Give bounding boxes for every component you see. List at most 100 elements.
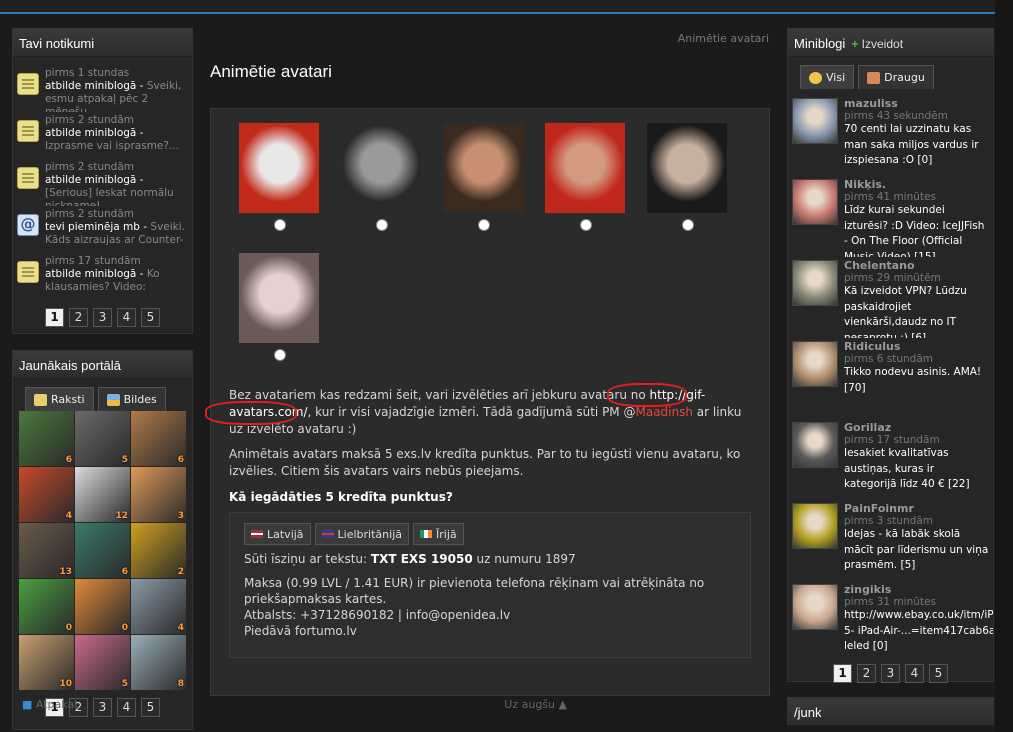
avatar[interactable] (792, 503, 838, 549)
miniblog-text[interactable]: Idejas - kā labāk skolā mācīt par līderi… (844, 527, 989, 574)
back-link[interactable]: ■ Atpakaļ (22, 698, 77, 711)
avatar-image[interactable] (239, 123, 319, 213)
page-5-button[interactable]: 5 (929, 664, 948, 683)
avatar-option[interactable] (545, 123, 647, 253)
portal-thumbnail[interactable]: 5 (75, 411, 130, 466)
portal-thumbnail[interactable]: 6 (131, 411, 186, 466)
avatar[interactable] (792, 341, 838, 387)
event-item[interactable]: @ pirms 2 stundām tevi pieminēja mb - Svei… (13, 206, 192, 253)
tab-all[interactable]: Visi (800, 65, 855, 89)
miniblog-author[interactable]: Chelentano (844, 260, 989, 272)
avatar-radio[interactable] (376, 219, 388, 231)
event-item[interactable]: pirms 17 stundām atbilde miniblogā - Ko k… (13, 253, 192, 300)
avatar-radio[interactable] (478, 219, 490, 231)
event-action[interactable]: atbilde miniblogā (45, 174, 136, 186)
tab-pictures[interactable]: Bildes (97, 387, 166, 411)
miniblog-author[interactable]: zingikis (844, 584, 993, 596)
info-text: Bez avatariem kas redzami šeit, vari izv… (205, 383, 769, 480)
event-item[interactable]: pirms 2 stundām atbilde miniblogā - [Seri… (13, 159, 192, 206)
avatar-image[interactable] (545, 123, 625, 213)
avatar[interactable] (792, 584, 838, 630)
portal-thumbnail[interactable]: 0 (75, 579, 130, 634)
portal-thumbnail[interactable]: 3 (131, 467, 186, 522)
portal-thumbnail[interactable]: 4 (19, 467, 74, 522)
miniblog-text[interactable]: 70 centi lai uzzinatu kas man saka miljo… (844, 122, 989, 169)
portal-thumbnail[interactable]: 4 (131, 579, 186, 634)
miniblog-time: pirms 17 stundām (844, 434, 940, 446)
avatar-radio[interactable] (682, 219, 694, 231)
page-3-button[interactable]: 3 (93, 308, 112, 327)
tab-ireland[interactable]: Īrijā (413, 523, 464, 545)
tab-articles[interactable]: Raksti (25, 387, 94, 411)
avatar[interactable] (792, 422, 838, 468)
portal-thumbnail[interactable]: 10 (19, 635, 74, 690)
miniblog-item[interactable]: Ridiculus pirms 6 stundām Tikko nodevu asi… (788, 338, 993, 419)
miniblog-text[interactable]: http://www.ebay.co.uk/itm/iPhone-5- iPad… (844, 608, 993, 655)
miniblog-author[interactable]: Nikķis. (844, 179, 989, 191)
page-4-button[interactable]: 4 (905, 664, 924, 683)
miniblog-author[interactable]: Ridiculus (844, 341, 989, 353)
avatar-image[interactable] (341, 123, 421, 213)
create-miniblog-link[interactable]: + Izveidot (851, 37, 903, 51)
avatar-option[interactable] (239, 253, 341, 383)
event-time: pirms 17 stundām (45, 255, 141, 267)
event-action[interactable]: atbilde miniblogā (45, 268, 136, 280)
event-action[interactable]: atbilde miniblogā (45, 80, 136, 92)
miniblog-author[interactable]: mazuliss (844, 98, 989, 110)
avatar-option[interactable] (647, 123, 749, 253)
tab-friends[interactable]: Draugu (858, 65, 934, 89)
miniblog-item[interactable]: mazuliss pirms 43 sekundēm 70 centi lai uz… (788, 95, 993, 176)
user-link[interactable]: Maadinsh (635, 405, 692, 419)
page-2-button[interactable]: 2 (857, 664, 876, 683)
portal-thumbnail[interactable]: 2 (131, 523, 186, 578)
note-icon (17, 73, 39, 95)
event-action[interactable]: tevi pieminēja mb (45, 221, 140, 233)
miniblog-item[interactable]: zingikis pirms 31 minūtes http://www.ebay.… (788, 581, 993, 662)
tab-latvia[interactable]: Latvijā (244, 523, 311, 545)
page-3-button[interactable]: 3 (881, 664, 900, 683)
event-action[interactable]: atbilde miniblogā (45, 127, 136, 139)
miniblog-text[interactable]: Tikko nodevu asinis. AMA! [70] (844, 365, 989, 396)
miniblog-item[interactable]: PainFoinmr pirms 3 stundām Idejas - kā lab… (788, 500, 993, 581)
portal-thumbnail[interactable]: 6 (19, 411, 74, 466)
miniblog-text[interactable]: Līdz kurai sekundei izturēsi? :D Video: … (844, 203, 989, 257)
avatar[interactable] (792, 98, 838, 144)
miniblog-time: pirms 43 sekundēm (844, 110, 948, 122)
miniblog-author[interactable]: Gorillaz (844, 422, 989, 434)
miniblog-item[interactable]: Nikķis. pirms 41 minūtes Līdz kurai sekund… (788, 176, 993, 257)
miniblog-text[interactable]: Iesakiet kvalitatīvas austiņas, kuras ir… (844, 446, 989, 493)
event-item[interactable]: pirms 2 stundām atbilde miniblogā - Izpra… (13, 112, 192, 159)
avatar-image[interactable] (647, 123, 727, 213)
avatar-option[interactable] (443, 123, 545, 253)
portal-thumbnail[interactable]: 6 (75, 523, 130, 578)
avatar-option[interactable] (239, 123, 341, 253)
page-2-button[interactable]: 2 (69, 308, 88, 327)
avatar-option[interactable] (341, 123, 443, 253)
page-1-button[interactable]: 1 (833, 664, 852, 683)
at-icon: @ (17, 214, 39, 236)
miniblog-item[interactable]: Chelentano pirms 29 minūtēm Kā izveidot VP… (788, 257, 993, 338)
avatar-radio[interactable] (274, 219, 286, 231)
portal-thumbnail[interactable]: 5 (75, 635, 130, 690)
miniblog-item[interactable]: Gorillaz pirms 17 stundām Iesakiet kvalita… (788, 419, 993, 500)
avatar-image[interactable] (239, 253, 319, 343)
page-5-button[interactable]: 5 (141, 308, 160, 327)
avatar-image[interactable] (443, 123, 523, 213)
portal-thumbnail[interactable]: 13 (19, 523, 74, 578)
portal-thumbnail[interactable]: 12 (75, 467, 130, 522)
avatar-radio[interactable] (274, 349, 286, 361)
miniblog-list: mazuliss pirms 43 sekundēm 70 centi lai uz… (788, 89, 993, 662)
portal-thumbnail[interactable]: 0 (19, 579, 74, 634)
page-1-button[interactable]: 1 (45, 308, 64, 327)
breadcrumb[interactable]: Animētie avatari (196, 26, 785, 48)
event-item[interactable]: pirms 1 stundas atbilde miniblogā - Sveik… (13, 65, 192, 112)
up-link[interactable]: Uz augšu ▲ (504, 698, 567, 711)
avatar-radio[interactable] (580, 219, 592, 231)
portal-thumbnail[interactable]: 8 (131, 635, 186, 690)
avatar[interactable] (792, 260, 838, 306)
page-4-button[interactable]: 4 (117, 308, 136, 327)
tab-uk[interactable]: Lielbritānijā (314, 523, 409, 545)
miniblog-text[interactable]: Kā izveidot VPN? Lūdzu paskaidrojiet vie… (844, 284, 989, 338)
avatar[interactable] (792, 179, 838, 225)
miniblog-author[interactable]: PainFoinmr (844, 503, 989, 515)
